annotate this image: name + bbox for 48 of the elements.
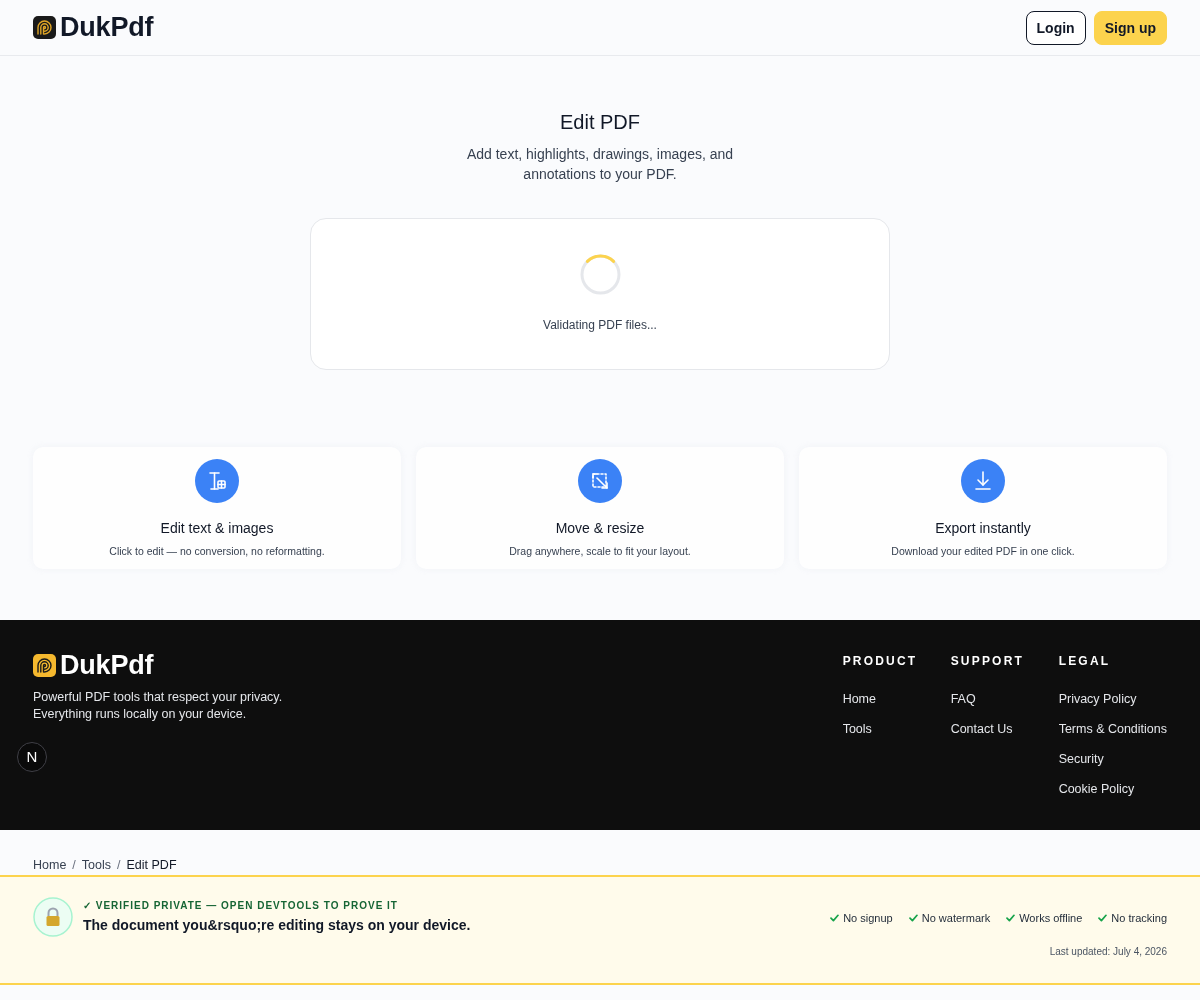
footer-link[interactable]: FAQ xyxy=(950,691,1059,707)
spinner-icon xyxy=(579,254,621,295)
logo-icon xyxy=(33,16,56,39)
check-icon xyxy=(1098,914,1108,923)
breadcrumb-link[interactable]: Home xyxy=(33,858,67,872)
feature-title: Edit text & images xyxy=(160,519,274,537)
footer-link[interactable]: Home xyxy=(842,691,951,707)
feature-badge-text: No watermark xyxy=(921,911,991,926)
footer-heading: LEGAL xyxy=(1058,654,1112,668)
feature-description: Click to edit — no conversion, no reformatting. xyxy=(109,544,325,558)
check-icon xyxy=(908,914,918,923)
feature-badge-text: No signup xyxy=(843,911,893,926)
logo-icon xyxy=(33,654,56,677)
privacy-message: The document you&rsquo;re editing stays on your device. xyxy=(83,916,471,934)
feature-badge-text: Works offline xyxy=(1019,911,1083,926)
footer-heading: PRODUCT xyxy=(842,654,919,668)
lock-icon xyxy=(33,897,73,937)
dev-tools-button[interactable]: N xyxy=(17,742,47,772)
footer-link[interactable]: Privacy Policy xyxy=(1058,691,1167,707)
login-button[interactable]: Login xyxy=(1025,10,1086,45)
feature-title: Export instantly xyxy=(935,519,1031,537)
footer-link[interactable]: Contact Us xyxy=(950,721,1059,737)
logo-text: DukPdf xyxy=(60,14,154,41)
footer-heading: SUPPORT xyxy=(950,654,1026,668)
feature-description: Drag anywhere, scale to fit your layout. xyxy=(509,544,691,558)
footer-link[interactable]: Tools xyxy=(842,721,951,737)
footer-link[interactable]: Terms & Conditions xyxy=(1058,721,1167,737)
footer-link[interactable]: Cookie Policy xyxy=(1058,781,1167,797)
breadcrumb-separator: / xyxy=(72,858,76,872)
breadcrumb-separator: / xyxy=(117,858,121,872)
page-subtitle: Add text, highlights, drawings, images, and annotations to your PDF. xyxy=(465,145,735,184)
check-icon xyxy=(1006,914,1016,923)
breadcrumb-current: Edit PDF xyxy=(126,858,177,872)
status-text: Validating PDF files... xyxy=(543,317,657,334)
check-icon xyxy=(830,914,840,923)
feature-title: Move & resize xyxy=(555,519,645,537)
logo-text: DukPdf xyxy=(60,652,154,679)
footer-link[interactable]: Security xyxy=(1058,751,1167,767)
download-icon xyxy=(961,459,1005,503)
last-updated-text: Last updated: July 4, 2026 xyxy=(1048,944,1167,959)
signup-button[interactable]: Sign up xyxy=(1093,10,1167,45)
footer-tagline: Powerful PDF tools that respect your privacy. Everything runs locally on your device. xyxy=(33,689,284,723)
breadcrumb-link[interactable]: Tools xyxy=(81,858,111,872)
feature-description: Download your edited PDF in one click. xyxy=(891,544,1075,558)
feature-badge-text: No tracking xyxy=(1111,911,1167,926)
page-title: Edit PDF xyxy=(559,110,641,134)
verified-label: ✓ VERIFIED PRIVATE — OPEN DEVTOOLS TO PROVE IT xyxy=(83,900,399,912)
text-image-icon xyxy=(195,459,239,503)
